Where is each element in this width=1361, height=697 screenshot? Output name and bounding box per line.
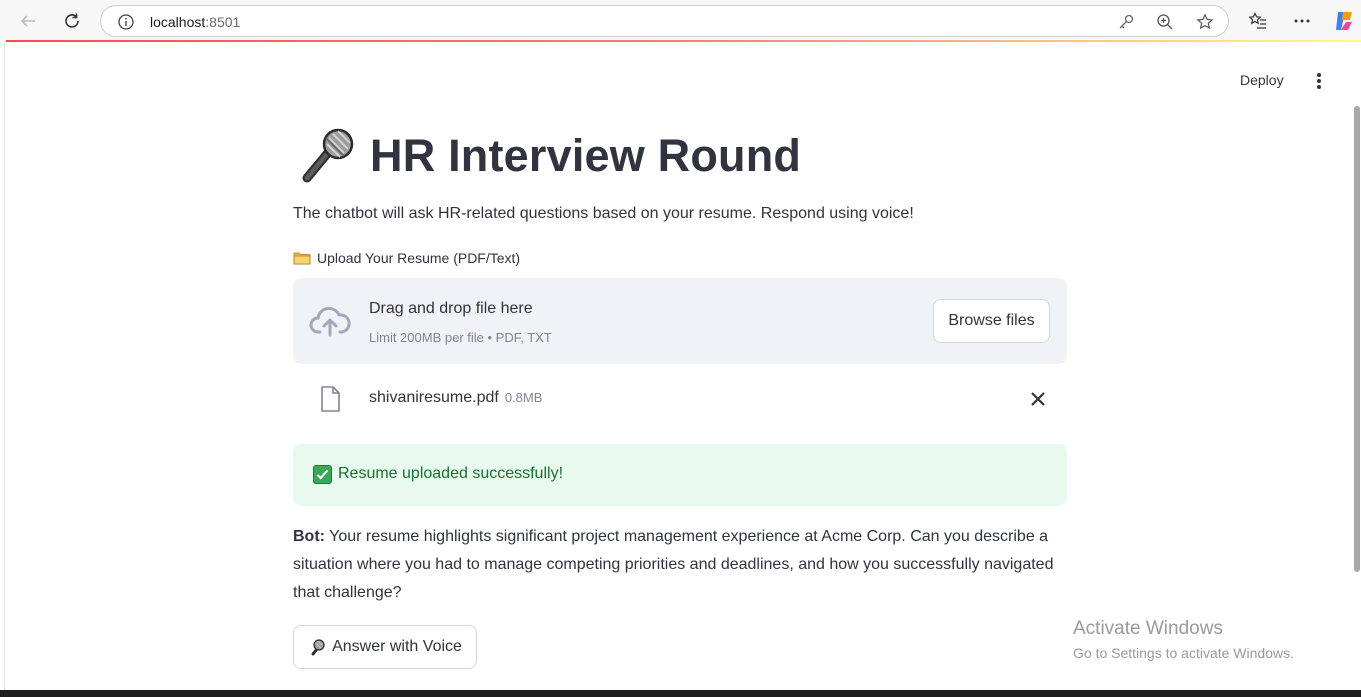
uploader-label-text: Upload Your Resume (PDF/Text) xyxy=(317,250,521,266)
bot-message: Bot: Your resume highlights significant … xyxy=(293,523,1073,607)
watermark-title: Activate Windows xyxy=(1073,618,1223,639)
taskbar-edge xyxy=(0,690,1361,697)
deploy-button[interactable]: Deploy xyxy=(1240,72,1284,88)
folder-icon xyxy=(293,252,311,265)
zoom-icon[interactable] xyxy=(1156,13,1174,31)
more-options-icon[interactable] xyxy=(1292,11,1312,31)
browser-toolbar: localhost:8501 xyxy=(0,0,1361,43)
bot-prefix: Bot: xyxy=(293,528,325,545)
arrow-left-icon xyxy=(20,15,35,27)
dropzone-title: Drag and drop file here xyxy=(369,300,533,317)
file-size: 0.8MB xyxy=(504,390,543,405)
address-bar[interactable]: localhost:8501 xyxy=(100,5,1229,37)
scrollbar[interactable] xyxy=(1354,106,1360,572)
watermark-subtitle: Go to Settings to activate Windows. xyxy=(1073,645,1294,661)
cloud-upload-icon xyxy=(309,306,351,337)
page-header: HR Interview Round xyxy=(293,126,801,186)
file-dropzone[interactable]: Drag and drop file here Limit 200MB per … xyxy=(293,278,1067,364)
key-icon[interactable] xyxy=(1117,13,1135,31)
check-mark-icon xyxy=(313,465,332,484)
uploader-label: Upload Your Resume (PDF/Text) xyxy=(293,250,520,266)
back-button[interactable] xyxy=(14,8,42,34)
voice-button-label: Answer with Voice xyxy=(332,638,462,655)
file-name-text: shivaniresume.pdf xyxy=(369,389,499,406)
bot-message-text: Your resume highlights significant proje… xyxy=(293,528,1054,601)
remove-file-icon[interactable] xyxy=(1030,391,1046,407)
reload-icon xyxy=(65,13,79,28)
microphone-icon xyxy=(311,639,325,656)
microphone-icon xyxy=(302,128,354,183)
success-text: Resume uploaded successfully! xyxy=(338,465,564,482)
url-text[interactable]: localhost:8501 xyxy=(150,14,240,30)
intro-text: The chatbot will ask HR-related question… xyxy=(293,205,914,222)
file-icon xyxy=(321,386,340,412)
uploaded-file-row: shivaniresume.pdf 0.8MB xyxy=(293,378,1067,422)
info-icon[interactable] xyxy=(117,13,135,31)
dropzone-limit: Limit 200MB per file • PDF, TXT xyxy=(369,330,552,345)
activate-windows-watermark: Activate Windows Go to Settings to activ… xyxy=(1073,618,1294,661)
success-alert: Resume uploaded successfully! xyxy=(293,444,1067,506)
copilot-icon[interactable] xyxy=(1332,9,1356,33)
file-name: shivaniresume.pdf 0.8MB xyxy=(369,389,542,407)
favorites-icon[interactable] xyxy=(1248,11,1268,31)
page-title: HR Interview Round xyxy=(370,130,802,181)
reload-button[interactable] xyxy=(58,8,86,34)
answer-with-voice-button[interactable]: Answer with Voice xyxy=(293,625,477,669)
url-port: :8501 xyxy=(205,14,241,30)
main-menu-icon[interactable] xyxy=(1311,72,1327,90)
url-host: localhost xyxy=(150,14,206,30)
favorite-star-icon[interactable] xyxy=(1196,13,1214,31)
browse-files-button[interactable]: Browse files xyxy=(933,299,1050,343)
